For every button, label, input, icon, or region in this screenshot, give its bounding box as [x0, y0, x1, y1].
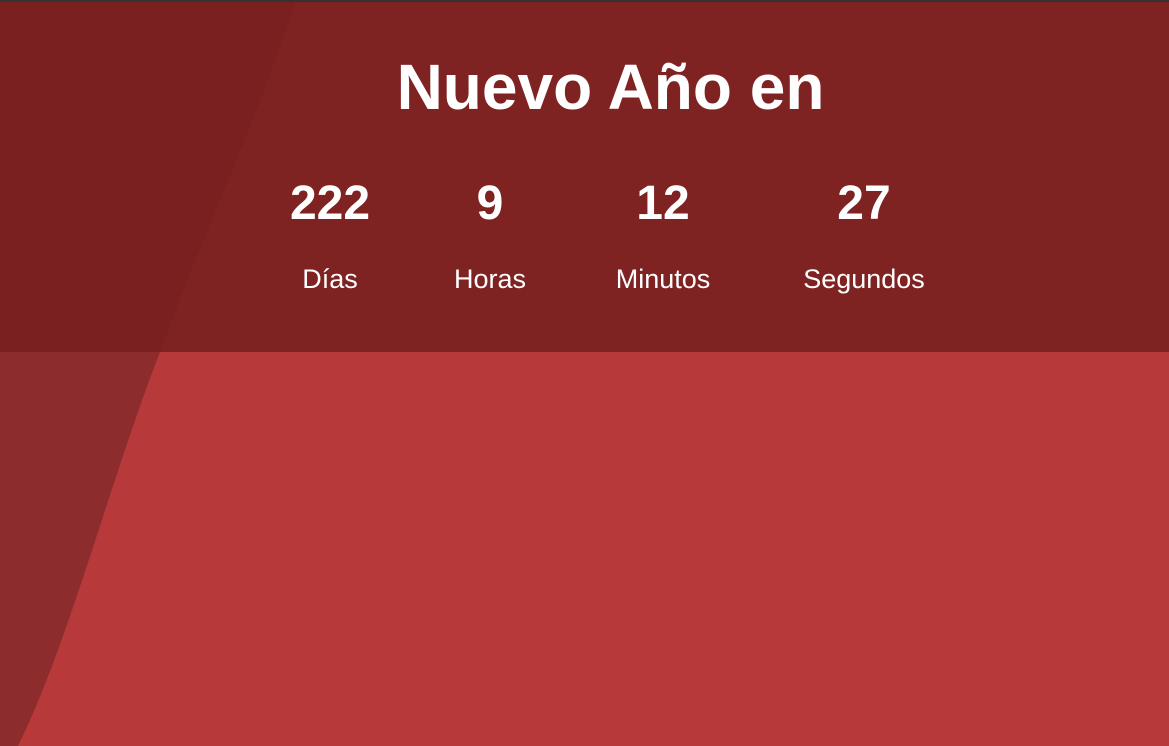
countdown-header: Nuevo Año en 222 Días 9 Horas 12 Minutos…: [0, 0, 1169, 352]
minutes-value: 12: [636, 177, 690, 230]
minutes-label: Minutos: [615, 264, 711, 294]
countdown-seconds: 27 Segundos: [764, 172, 964, 295]
seconds-value: 27: [837, 177, 891, 230]
countdown-minutes: 12 Minutos: [563, 172, 763, 295]
hours-value: 9: [476, 177, 504, 230]
page-title: Nuevo Año en: [396, 51, 825, 123]
hours-label: Horas: [453, 264, 527, 294]
top-border: [0, 0, 1169, 2]
curve-shape-bottom: [0, 352, 160, 746]
seconds-label: Segundos: [803, 264, 925, 294]
countdown-hours: 9 Horas: [390, 172, 590, 295]
